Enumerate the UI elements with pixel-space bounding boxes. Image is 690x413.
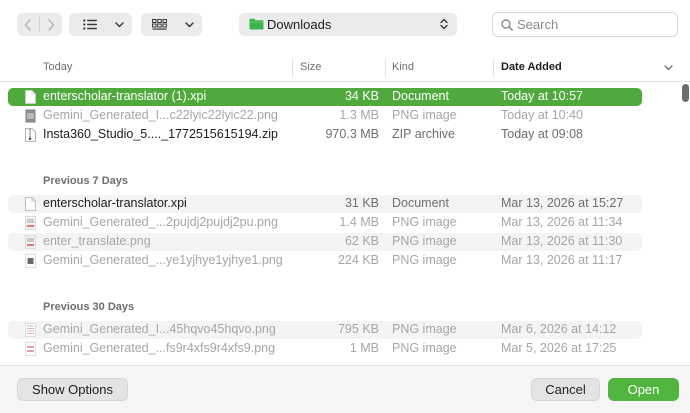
scrollbar-thumb[interactable] (682, 84, 689, 102)
file-name: enter_translate.png (43, 234, 151, 248)
column-header-bar: Today Size Kind Date Added (0, 54, 690, 82)
file-size: 795 KB (337, 322, 379, 336)
image-icon (25, 216, 36, 230)
chevron-left-icon (24, 18, 31, 31)
search-icon (501, 19, 513, 31)
column-header-size[interactable]: Size (300, 61, 321, 73)
file-date: Mar 13, 2026 at 15:27 (501, 196, 624, 210)
file-size: 970.3 MB (325, 127, 379, 141)
file-size: 34 KB (344, 89, 379, 103)
location-label: Downloads (267, 17, 332, 32)
cancel-button[interactable]: Cancel (531, 378, 600, 401)
navigation-buttons (17, 13, 62, 36)
file-date: Mar 13, 2026 at 11:30 (501, 234, 623, 248)
column-header-date-added[interactable]: Date Added (501, 61, 562, 73)
column-separator[interactable] (493, 59, 494, 77)
file-size: 1.3 MB (339, 108, 379, 122)
up-down-chevron-icon (440, 18, 448, 30)
file-size: 1 MB (349, 341, 379, 355)
file-row[interactable]: Gemini_Generated_...fs9r4xfs9r4xfs9.png … (8, 340, 642, 358)
file-name: Insta360_Studio_5...._1772515615194.zip (43, 127, 278, 141)
chevron-right-icon (48, 18, 55, 31)
file-name: Gemini_Generated_...fs9r4xfs9r4xfs9.png (43, 341, 276, 355)
file-date: Mar 13, 2026 at 11:17 (501, 253, 623, 267)
file-kind: PNG image (392, 215, 457, 229)
document-icon (25, 197, 36, 211)
search-placeholder: Search (517, 17, 559, 32)
file-size: 224 KB (337, 253, 379, 267)
show-options-button[interactable]: Show Options (17, 378, 128, 401)
image-icon (25, 109, 36, 123)
toolbar: Downloads Search (0, 0, 690, 50)
back-button[interactable] (17, 13, 39, 36)
file-kind: PNG image (392, 341, 457, 355)
file-kind: PNG image (392, 253, 457, 267)
image-icon (25, 235, 36, 249)
file-date: Mar 13, 2026 at 11:34 (501, 215, 623, 229)
image-icon (25, 254, 36, 268)
column-header-kind[interactable]: Kind (392, 61, 414, 73)
column-separator[interactable] (385, 59, 386, 77)
file-kind: Document (392, 89, 449, 103)
zip-archive-icon (25, 128, 36, 142)
section-header-previous-7-days: Previous 7 Days (43, 175, 128, 187)
search-field[interactable]: Search (492, 12, 678, 37)
folder-icon (249, 18, 264, 30)
forward-button[interactable] (40, 13, 62, 36)
file-name: enterscholar-translator.xpi (43, 196, 187, 210)
file-date: Today at 09:08 (501, 127, 584, 141)
file-row[interactable]: Gemini_Generated_...2pujdj2pujdj2pu.png … (8, 214, 642, 232)
file-row[interactable]: Gemini_Generated_...ye1yjhye1yjhye1.png … (8, 252, 642, 270)
file-name: Gemini_Generated_I...45hqvo45hqvo.png (43, 322, 276, 336)
file-row[interactable]: enterscholar-translator (1).xpi 34 KB Do… (8, 88, 642, 106)
image-icon (25, 323, 36, 337)
chevron-down-icon (114, 21, 124, 27)
sort-chevron-icon (664, 65, 673, 71)
chevron-down-icon (184, 21, 194, 27)
column-header-name[interactable]: Today (43, 61, 72, 73)
file-date: Today at 10:40 (501, 108, 584, 122)
file-size: 1.4 MB (339, 215, 379, 229)
file-date: Today at 10:57 (501, 89, 584, 103)
file-date: Mar 5, 2026 at 17:25 (501, 341, 617, 355)
file-name: enterscholar-translator (1).xpi (43, 89, 207, 103)
file-kind: ZIP archive (392, 127, 455, 141)
file-kind: PNG image (392, 322, 457, 336)
file-row[interactable]: enterscholar-translator.xpi 31 KB Docume… (8, 195, 642, 213)
grid-icon (151, 18, 167, 30)
file-row[interactable]: Gemini_Generated_I...45hqvo45hqvo.png 79… (8, 321, 642, 339)
image-icon (25, 342, 36, 356)
grid-view-button[interactable] (141, 13, 202, 36)
column-separator[interactable] (292, 59, 293, 77)
file-name: Gemini_Generated_...ye1yjhye1yjhye1.png (43, 253, 283, 267)
file-size: 62 KB (344, 234, 379, 248)
file-kind: Document (392, 196, 449, 210)
file-date: Mar 6, 2026 at 14:12 (501, 322, 617, 336)
list-icon (83, 19, 97, 30)
location-popup[interactable]: Downloads (239, 13, 457, 36)
file-size: 31 KB (344, 196, 379, 210)
file-row[interactable]: enter_translate.png 62 KB PNG image Mar … (8, 233, 642, 251)
file-name: Gemini_Generated_...2pujdj2pujdj2pu.png (43, 215, 278, 229)
bottom-bar: Show Options Cancel Open (0, 365, 690, 413)
list-view-button[interactable] (69, 13, 132, 36)
document-icon (25, 90, 36, 104)
file-row[interactable]: Gemini_Generated_I...c22lyic22lyic22.png… (8, 107, 642, 125)
file-row[interactable]: Insta360_Studio_5...._1772515615194.zip … (8, 126, 642, 144)
file-kind: PNG image (392, 234, 457, 248)
open-button[interactable]: Open (608, 378, 679, 401)
section-header-previous-30-days: Previous 30 Days (43, 301, 135, 313)
file-kind: PNG image (392, 108, 457, 122)
file-name: Gemini_Generated_I...c22lyic22lyic22.png (43, 108, 278, 122)
